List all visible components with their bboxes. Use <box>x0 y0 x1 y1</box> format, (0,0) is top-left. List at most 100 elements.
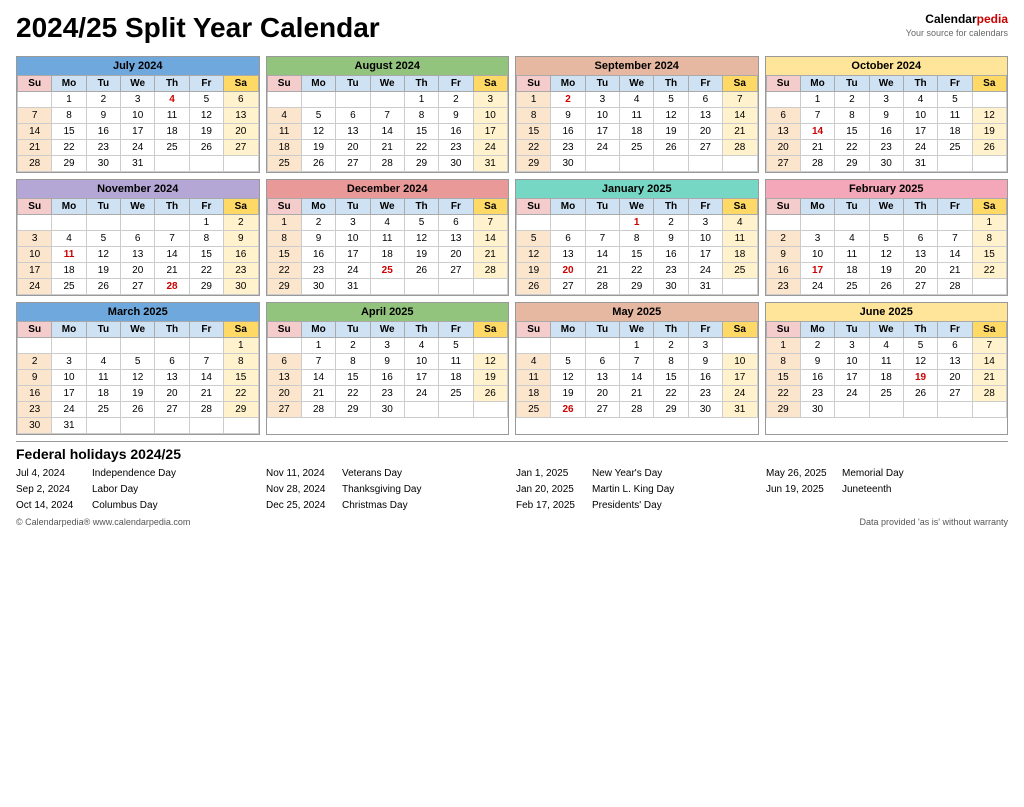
calendar-day: 3 <box>121 92 155 108</box>
calendar-day: 16 <box>800 370 834 386</box>
calendar-september-2024: September 2024SuMoTuWeThFrSa123456789101… <box>515 56 759 173</box>
calendar-table: SuMoTuWeThFrSa12345678910111213141516171… <box>17 75 259 172</box>
calendar-day: 10 <box>903 108 937 124</box>
calendar-day <box>517 338 551 354</box>
calendar-day: 28 <box>473 263 507 279</box>
calendar-day: 11 <box>439 354 473 370</box>
weekday-header: Su <box>517 322 551 338</box>
weekday-header: Mo <box>301 322 335 338</box>
weekday-header: Sa <box>473 76 507 92</box>
weekday-header: Fr <box>439 199 473 215</box>
weekday-header: Su <box>267 76 301 92</box>
calendar-day: 5 <box>903 338 937 354</box>
calendar-day: 12 <box>869 247 903 263</box>
calendar-day: 11 <box>517 370 551 386</box>
calendar-header: December 2024 <box>267 180 509 198</box>
calendar-day: 25 <box>52 279 86 295</box>
weekday-header: We <box>869 199 903 215</box>
calendar-day: 28 <box>972 386 1006 402</box>
calendar-day <box>473 279 507 295</box>
calendar-day: 30 <box>301 279 335 295</box>
calendar-day: 13 <box>938 354 972 370</box>
calendar-day: 1 <box>267 215 301 231</box>
calendar-day <box>723 279 757 295</box>
calendar-day: 17 <box>903 124 937 140</box>
calendar-day: 12 <box>301 124 335 140</box>
weekday-header: Th <box>903 76 937 92</box>
calendar-day <box>869 402 903 418</box>
calendar-day: 1 <box>301 338 335 354</box>
calendar-day: 8 <box>52 108 86 124</box>
calendar-day: 20 <box>585 386 619 402</box>
calendar-day: 3 <box>688 215 722 231</box>
logo-pedia: pedia <box>977 12 1008 26</box>
holiday-date: Jan 1, 2025 <box>516 466 586 481</box>
calendar-day: 11 <box>155 108 189 124</box>
calendar-day: 26 <box>517 279 551 295</box>
calendar-day: 14 <box>972 354 1006 370</box>
holiday-date: Oct 14, 2024 <box>16 498 86 513</box>
calendar-day: 22 <box>517 140 551 156</box>
calendar-day: 22 <box>835 140 869 156</box>
calendar-day <box>473 402 507 418</box>
calendar-day: 14 <box>723 108 757 124</box>
holiday-name: Juneteenth <box>842 482 892 497</box>
calendar-day <box>121 418 155 434</box>
weekday-header: Tu <box>835 199 869 215</box>
weekday-header: Th <box>903 199 937 215</box>
calendar-day: 7 <box>189 354 223 370</box>
calendar-day <box>267 92 301 108</box>
weekday-header: Tu <box>86 199 120 215</box>
calendar-day: 4 <box>903 92 937 108</box>
calendar-day: 23 <box>224 263 258 279</box>
calendar-day: 6 <box>155 354 189 370</box>
calendar-day: 24 <box>404 386 438 402</box>
calendar-day: 21 <box>800 140 834 156</box>
calendar-table: SuMoTuWeThFrSa12345678910111213141516171… <box>516 321 758 418</box>
calendar-day: 14 <box>301 370 335 386</box>
weekday-header: Sa <box>972 322 1006 338</box>
calendar-day: 2 <box>654 338 688 354</box>
calendar-day <box>155 338 189 354</box>
weekday-header: Th <box>404 76 438 92</box>
calendar-day: 26 <box>869 279 903 295</box>
calendar-day: 30 <box>800 402 834 418</box>
holiday-name: Columbus Day <box>92 498 158 513</box>
calendar-table: SuMoTuWeThFrSa12345678910111213141516171… <box>516 198 758 295</box>
calendar-day: 12 <box>404 231 438 247</box>
calendar-day: 9 <box>688 354 722 370</box>
calendar-day: 24 <box>688 263 722 279</box>
holiday-item: Jul 4, 2024Independence Day <box>16 466 258 481</box>
calendar-day: 11 <box>835 247 869 263</box>
calendar-day: 10 <box>18 247 52 263</box>
calendar-day: 15 <box>620 247 654 263</box>
calendar-table: SuMoTuWeThFrSa12345678910111213141516171… <box>17 321 259 434</box>
calendar-day: 23 <box>301 263 335 279</box>
calendar-day: 10 <box>723 354 757 370</box>
calendar-day: 3 <box>585 92 619 108</box>
calendar-day: 3 <box>800 231 834 247</box>
calendar-day: 9 <box>800 354 834 370</box>
calendar-day: 24 <box>903 140 937 156</box>
holiday-date: Jun 19, 2025 <box>766 482 836 497</box>
weekday-header: Sa <box>224 199 258 215</box>
calendar-day <box>551 338 585 354</box>
calendar-june-2025: June 2025SuMoTuWeThFrSa12345678910111213… <box>765 302 1009 435</box>
calendar-day: 22 <box>52 140 86 156</box>
calendar-day: 27 <box>585 402 619 418</box>
calendar-day: 21 <box>620 386 654 402</box>
calendar-day: 15 <box>404 124 438 140</box>
calendar-day: 16 <box>18 386 52 402</box>
calendar-day <box>86 418 120 434</box>
calendar-day: 29 <box>404 156 438 172</box>
calendar-day: 30 <box>86 156 120 172</box>
calendar-table: SuMoTuWeThFrSa12345678910111213141516171… <box>17 198 259 295</box>
calendar-day: 13 <box>766 124 800 140</box>
calendar-day <box>155 418 189 434</box>
calendar-day: 20 <box>439 247 473 263</box>
weekday-header: Tu <box>585 76 619 92</box>
weekday-header: Sa <box>473 322 507 338</box>
calendar-day: 4 <box>52 231 86 247</box>
calendar-day: 17 <box>404 370 438 386</box>
calendar-day: 13 <box>688 108 722 124</box>
